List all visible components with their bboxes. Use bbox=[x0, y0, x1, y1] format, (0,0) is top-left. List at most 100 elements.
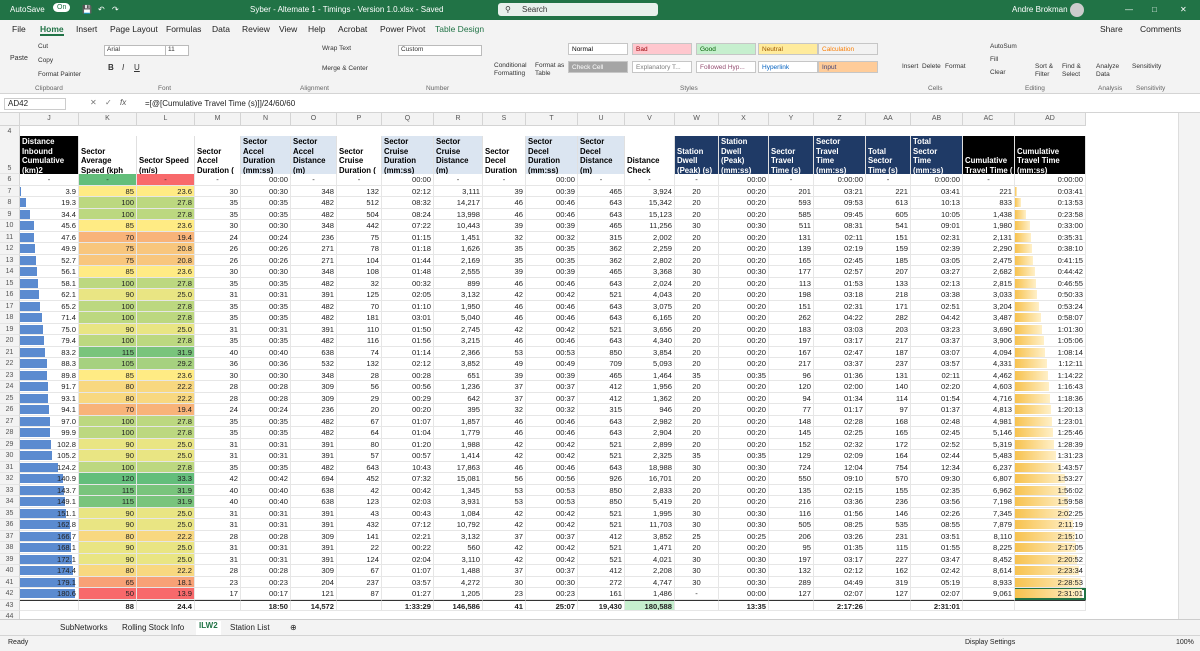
table-cell[interactable]: 75 bbox=[337, 231, 382, 243]
column-header-AB[interactable]: AB bbox=[911, 113, 963, 126]
table-cell[interactable]: 31 bbox=[195, 450, 241, 462]
table-cell[interactable]: - bbox=[79, 174, 137, 186]
table-cell[interactable]: 20.8 bbox=[137, 243, 195, 255]
table-cell[interactable]: 13,998 bbox=[434, 208, 483, 220]
table-cell[interactable]: 1,995 bbox=[625, 507, 675, 519]
table-cell[interactable]: 02:26 bbox=[911, 507, 963, 519]
table-cell[interactable]: 521 bbox=[578, 289, 625, 301]
table-cell[interactable]: 1,488 bbox=[434, 565, 483, 577]
table-header-cell[interactable]: Distance Inbound Cumulative (km)2 bbox=[20, 136, 79, 174]
table-cell[interactable]: 08:25 bbox=[814, 519, 866, 531]
table-cell[interactable]: 04:42 bbox=[911, 312, 963, 324]
table-cell[interactable]: 643 bbox=[578, 277, 625, 289]
table-cell[interactable]: 00:37 bbox=[526, 381, 578, 393]
table-cell[interactable]: 187 bbox=[866, 346, 911, 358]
table-cell[interactable]: 30 bbox=[675, 507, 719, 519]
table-cell[interactable]: 40 bbox=[195, 496, 241, 508]
column-header-J[interactable]: J bbox=[20, 113, 79, 126]
table-cell[interactable]: 08:31 bbox=[814, 220, 866, 232]
column-header-AC[interactable]: AC bbox=[963, 113, 1015, 126]
table-cell[interactable]: 0:33:00 bbox=[1015, 220, 1086, 232]
display-settings-button[interactable]: Display Settings bbox=[965, 639, 1015, 646]
table-cell[interactable]: 01:56 bbox=[814, 507, 866, 519]
tab-insert[interactable]: Insert bbox=[76, 24, 97, 34]
table-cell[interactable]: 00:24 bbox=[241, 404, 291, 416]
table-header-cell[interactable]: Sector Decel Duration bbox=[483, 136, 526, 174]
table-cell[interactable]: 91.7 bbox=[20, 381, 79, 393]
table-cell[interactable]: 30 bbox=[483, 576, 526, 588]
table-cell[interactable]: 221 bbox=[963, 185, 1015, 197]
table-cell[interactable]: 13:35 bbox=[719, 599, 769, 611]
number-format-select[interactable]: Custom bbox=[398, 45, 482, 56]
table-cell[interactable]: 2:23:34 bbox=[1015, 565, 1086, 577]
table-cell[interactable] bbox=[195, 599, 241, 611]
close-icon[interactable]: ✕ bbox=[1180, 5, 1187, 14]
table-cell[interactable]: 3,854 bbox=[625, 346, 675, 358]
table-cell[interactable]: 15,342 bbox=[625, 197, 675, 209]
copy-button[interactable]: Copy bbox=[38, 57, 53, 64]
table-cell[interactable]: 217 bbox=[769, 358, 814, 370]
table-cell[interactable]: 20.8 bbox=[137, 254, 195, 266]
table-cell[interactable]: 0:00:00 bbox=[814, 174, 866, 186]
table-cell[interactable]: 00:37 bbox=[526, 392, 578, 404]
table-cell[interactable]: 19,430 bbox=[578, 599, 625, 611]
table-cell[interactable]: 35 bbox=[195, 197, 241, 209]
table-cell[interactable]: 32 bbox=[483, 231, 526, 243]
table-header-cell[interactable]: Cumulative Travel Time ( bbox=[963, 136, 1015, 174]
table-cell[interactable]: 47.6 bbox=[20, 231, 79, 243]
cell-style-5[interactable]: Check Cell bbox=[568, 61, 628, 73]
table-cell[interactable]: 20 bbox=[675, 484, 719, 496]
table-cell[interactable]: 521 bbox=[578, 519, 625, 531]
table-cell[interactable]: 30 bbox=[195, 220, 241, 232]
table-cell[interactable]: 00:20 bbox=[719, 358, 769, 370]
table-cell[interactable]: 412 bbox=[578, 565, 625, 577]
table-cell[interactable]: 1,438 bbox=[963, 208, 1015, 220]
table-cell[interactable]: 2,833 bbox=[625, 484, 675, 496]
table-cell[interactable]: 20 bbox=[675, 358, 719, 370]
table-cell[interactable]: 27.8 bbox=[137, 197, 195, 209]
table-cell[interactable]: 946 bbox=[625, 404, 675, 416]
table-header-cell[interactable]: Sector Travel Time (mm:ss) bbox=[814, 136, 866, 174]
tab-power-pivot[interactable]: Power Pivot bbox=[380, 24, 425, 34]
table-cell[interactable]: 00:31 bbox=[241, 553, 291, 565]
table-cell[interactable]: 20 bbox=[675, 496, 719, 508]
table-cell[interactable]: 00:35 bbox=[241, 300, 291, 312]
column-header-V[interactable]: V bbox=[625, 113, 675, 126]
table-cell[interactable]: 309 bbox=[291, 381, 337, 393]
table-cell[interactable]: 03:01 bbox=[382, 312, 434, 324]
table-cell[interactable]: 85 bbox=[79, 369, 137, 381]
table-cell[interactable]: 00:30 bbox=[719, 565, 769, 577]
table-cell[interactable]: 2,745 bbox=[434, 323, 483, 335]
table-cell[interactable]: 31.9 bbox=[137, 484, 195, 496]
table-cell[interactable]: 10:43 bbox=[382, 461, 434, 473]
table-cell[interactable]: 94.1 bbox=[20, 404, 79, 416]
table-cell[interactable]: 833 bbox=[963, 197, 1015, 209]
table-cell[interactable]: 71.4 bbox=[20, 312, 79, 324]
table-cell[interactable]: 198 bbox=[769, 289, 814, 301]
row-number[interactable]: 39 bbox=[0, 553, 20, 565]
table-cell[interactable]: 99.9 bbox=[20, 427, 79, 439]
table-cell[interactable]: 201 bbox=[769, 185, 814, 197]
table-cell[interactable]: 95 bbox=[769, 542, 814, 554]
table-cell[interactable]: 2,169 bbox=[434, 254, 483, 266]
minimize-icon[interactable]: — bbox=[1125, 5, 1133, 14]
table-cell[interactable]: 00:30 bbox=[241, 220, 291, 232]
table-cell[interactable]: 3,852 bbox=[625, 530, 675, 542]
cell-style-0[interactable]: Normal bbox=[568, 43, 628, 55]
delete-cells-button[interactable]: Delete bbox=[922, 63, 941, 70]
table-cell[interactable]: 02:12 bbox=[814, 565, 866, 577]
table-cell[interactable]: 272 bbox=[578, 576, 625, 588]
table-cell[interactable]: 30 bbox=[675, 519, 719, 531]
table-cell[interactable]: 1:31:23 bbox=[1015, 450, 1086, 462]
formula-input[interactable]: =[@[Cumulative Travel Time (s)]]/24/60/6… bbox=[145, 99, 295, 108]
table-cell[interactable]: 391 bbox=[291, 542, 337, 554]
column-header-Q[interactable]: Q bbox=[382, 113, 434, 126]
table-cell[interactable]: 541 bbox=[866, 220, 911, 232]
cell-style-8[interactable]: Hyperlink bbox=[758, 61, 818, 73]
table-cell[interactable]: 00:20 bbox=[719, 300, 769, 312]
table-cell[interactable]: 1,464 bbox=[625, 369, 675, 381]
table-cell[interactable]: 22.2 bbox=[137, 565, 195, 577]
table-cell[interactable]: 2,024 bbox=[625, 277, 675, 289]
row-number[interactable]: 38 bbox=[0, 542, 20, 554]
table-cell[interactable]: 00:46 bbox=[526, 208, 578, 220]
